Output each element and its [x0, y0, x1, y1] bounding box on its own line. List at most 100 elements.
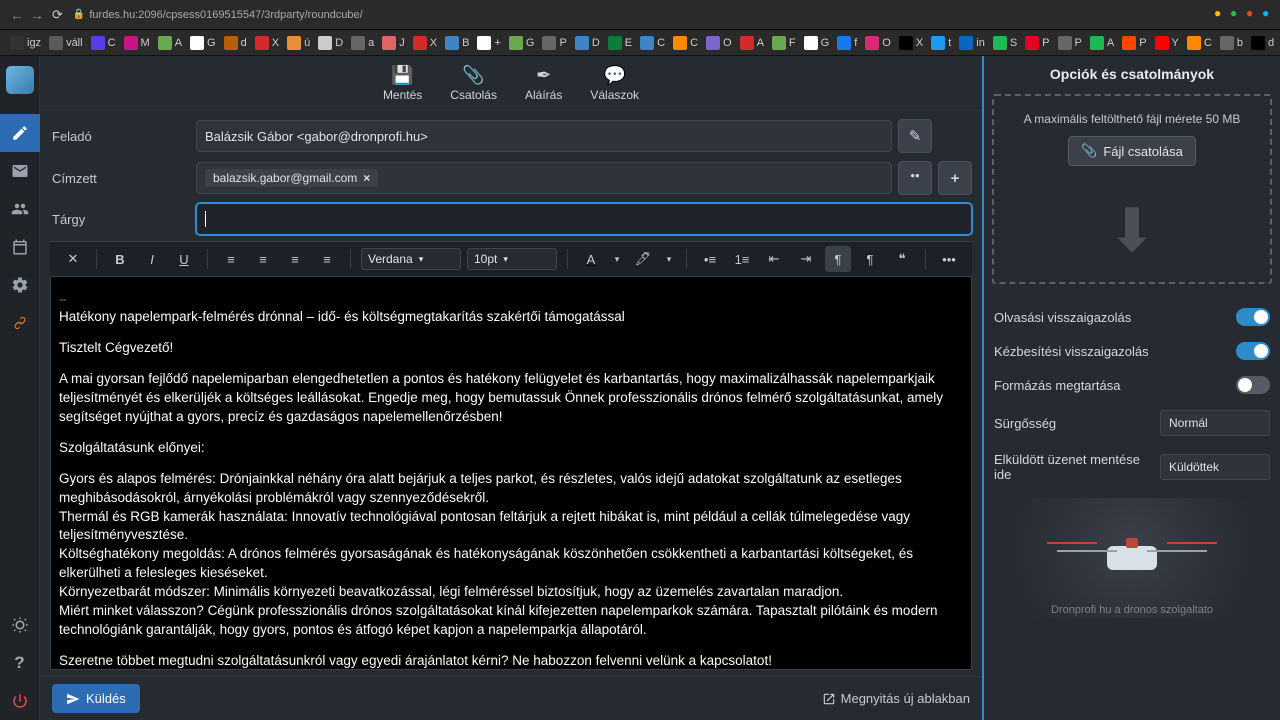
url-display[interactable]: 🔒 furdes.hu:2096/cpsess0169515547/3rdpar…	[73, 9, 363, 21]
bookmark-item[interactable]: a	[351, 36, 374, 50]
bookmark-item[interactable]: f	[837, 36, 857, 50]
nav-back-icon[interactable]: ←	[10, 7, 24, 23]
bookmark-item[interactable]: C	[1187, 36, 1212, 50]
nav-compose[interactable]	[0, 114, 40, 152]
read-receipt-toggle[interactable]	[1236, 308, 1270, 326]
attach-file-button[interactable]: 📎 Fájl csatolása	[1068, 136, 1196, 166]
bookmark-item[interactable]: X	[255, 36, 279, 50]
nav-theme[interactable]	[0, 606, 40, 644]
from-field[interactable]: Balázsik Gábor <gabor@dronprofi.hu>	[196, 120, 892, 152]
add-recipient-button[interactable]: +	[938, 161, 972, 195]
rtl-button[interactable]: ¶	[857, 246, 883, 272]
indent-button[interactable]: ⇥	[793, 246, 819, 272]
nav-contacts[interactable]	[0, 190, 40, 228]
add-contact-button[interactable]	[898, 161, 932, 195]
bookmark-item[interactable]: O	[706, 36, 732, 50]
bookmark-item[interactable]: P	[1025, 36, 1049, 50]
send-button[interactable]: Küldés	[52, 684, 140, 713]
align-justify-button[interactable]: ≡	[314, 246, 340, 272]
bookmark-item[interactable]: d	[1251, 36, 1274, 50]
clear-format-button[interactable]: ✕	[60, 246, 86, 272]
nav-mail[interactable]	[0, 152, 40, 190]
responses-button[interactable]: 💬 Válaszok	[590, 65, 639, 102]
remove-recipient-icon[interactable]: ×	[363, 171, 370, 185]
to-field[interactable]: balazsik.gabor@gmail.com ×	[196, 162, 892, 194]
bookmark-item[interactable]: A	[740, 36, 764, 50]
bookmark-item[interactable]: váll	[49, 36, 83, 50]
bookmark-item[interactable]: +	[477, 36, 500, 50]
bold-button[interactable]: B	[107, 246, 133, 272]
font-size-select[interactable]: 10pt▾	[467, 248, 557, 270]
bookmark-item[interactable]: d	[224, 36, 247, 50]
bookmark-item[interactable]: C	[673, 36, 698, 50]
bookmark-item[interactable]: C	[91, 36, 116, 50]
bookmark-item[interactable]: Y	[1155, 36, 1179, 50]
bookmark-item[interactable]: A	[158, 36, 182, 50]
highlight-caret[interactable]: ▾	[662, 246, 676, 272]
underline-button[interactable]: U	[171, 246, 197, 272]
keep-format-toggle[interactable]	[1236, 376, 1270, 394]
align-right-button[interactable]: ≡	[282, 246, 308, 272]
ltr-button[interactable]: ¶	[825, 246, 851, 272]
text-color-button[interactable]: A	[578, 246, 604, 272]
attachment-dropzone[interactable]: A maximális feltölthető fájl mérete 50 M…	[992, 94, 1272, 284]
italic-button[interactable]: I	[139, 246, 165, 272]
message-body[interactable]: -- Hatékony napelempark-felmérés drónnal…	[50, 277, 972, 670]
font-family-select[interactable]: Verdana▾	[361, 248, 461, 270]
text-color-caret[interactable]: ▾	[610, 246, 624, 272]
recipient-pill[interactable]: balazsik.gabor@gmail.com ×	[205, 169, 378, 187]
bookmark-item[interactable]: G	[190, 36, 216, 50]
bookmark-item[interactable]: in	[959, 36, 985, 50]
bookmark-item[interactable]: B	[445, 36, 469, 50]
ext-icon-3[interactable]: ●	[1246, 6, 1258, 18]
bookmark-item[interactable]: S	[993, 36, 1017, 50]
bookmark-item[interactable]: X	[899, 36, 923, 50]
subject-input[interactable]	[196, 203, 972, 235]
delivery-receipt-toggle[interactable]	[1236, 342, 1270, 360]
nav-forward-icon[interactable]: →	[30, 7, 44, 23]
outdent-button[interactable]: ⇤	[761, 246, 787, 272]
bookmark-item[interactable]: X	[413, 36, 437, 50]
bookmark-item[interactable]: O	[865, 36, 891, 50]
align-center-button[interactable]: ≡	[250, 246, 276, 272]
bookmark-item[interactable]: b	[1220, 36, 1243, 50]
bookmark-item[interactable]: C	[640, 36, 665, 50]
bookmark-item[interactable]: P	[1122, 36, 1146, 50]
ext-icon-4[interactable]: ●	[1262, 6, 1274, 18]
ext-icon-2[interactable]: ●	[1230, 6, 1242, 18]
nav-logout[interactable]	[0, 682, 40, 720]
highlight-button[interactable]: 🖊	[630, 246, 656, 272]
open-new-window-button[interactable]: Megnyitás új ablakban	[822, 691, 970, 706]
blockquote-button[interactable]: ❝	[889, 246, 915, 272]
bookmark-item[interactable]: J	[382, 36, 405, 50]
bookmark-item[interactable]: ú	[287, 36, 310, 50]
save-button[interactable]: 💾 Mentés	[383, 65, 422, 102]
edit-identity-button[interactable]: ✎	[898, 119, 932, 153]
ext-icon-1[interactable]: ●	[1214, 6, 1226, 18]
bookmark-item[interactable]: P	[542, 36, 566, 50]
bookmark-item[interactable]: D	[575, 36, 600, 50]
bookmark-item[interactable]: G	[804, 36, 830, 50]
save-sent-select[interactable]: Küldöttek	[1160, 454, 1270, 480]
nav-calendar[interactable]	[0, 228, 40, 266]
nav-settings[interactable]	[0, 266, 40, 304]
bookmark-item[interactable]: t	[931, 36, 951, 50]
bookmark-item[interactable]: P	[1058, 36, 1082, 50]
bookmark-item[interactable]: D	[318, 36, 343, 50]
reload-icon[interactable]: ⟳	[52, 7, 63, 23]
bookmark-item[interactable]: A	[1090, 36, 1114, 50]
bookmark-item[interactable]: M	[124, 36, 150, 50]
bulleted-list-button[interactable]: •≡	[697, 246, 723, 272]
attach-button[interactable]: 📎 Csatolás	[450, 65, 497, 102]
bookmark-item[interactable]: G	[509, 36, 535, 50]
nav-link[interactable]	[0, 304, 40, 342]
signature-button[interactable]: ✒ Aláírás	[525, 65, 562, 102]
bookmark-item[interactable]: E	[608, 36, 632, 50]
more-tools-button[interactable]: •••	[936, 246, 962, 272]
priority-select[interactable]: Normál	[1160, 410, 1270, 436]
numbered-list-button[interactable]: 1≡	[729, 246, 755, 272]
align-left-button[interactable]: ≡	[218, 246, 244, 272]
bookmark-item[interactable]: F	[772, 36, 796, 50]
nav-help[interactable]: ?	[0, 644, 40, 682]
bookmark-item[interactable]: igz	[10, 36, 41, 50]
